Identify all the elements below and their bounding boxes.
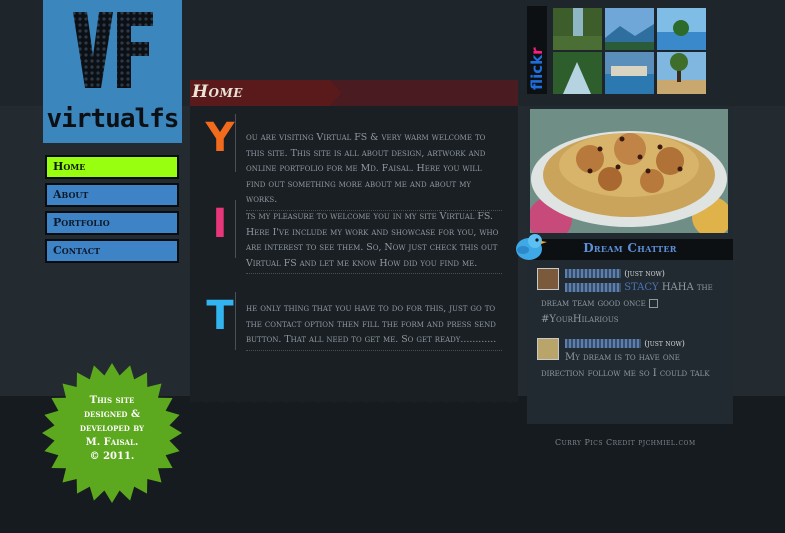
- svg-text:flickr: flickr: [528, 47, 546, 90]
- badge-line: M. Faisal.: [85, 437, 139, 448]
- tweet-line: dream team good once: [541, 296, 658, 312]
- drop-cap-t: T: [206, 293, 234, 339]
- tweet-line: My dream is to have one: [565, 352, 680, 363]
- emoji-box-icon: [648, 299, 658, 308]
- drop-cap-box: T: [205, 292, 236, 350]
- tweet-time: (just now): [624, 269, 665, 278]
- section-text: ts my pleasure to welcome you in my site…: [246, 209, 502, 274]
- tweet-line: direction follow me so I could talk: [541, 366, 710, 382]
- hashtag-link[interactable]: #YourHilarious: [541, 314, 619, 325]
- tweet-text: direction follow me so I could talk: [541, 368, 710, 379]
- flickr-thumb[interactable]: [553, 52, 602, 94]
- badge-line: designed &: [83, 409, 141, 420]
- tweet-line: STACY HAHA the: [565, 282, 713, 293]
- nav-contact[interactable]: Contact: [45, 239, 179, 263]
- badge-line: developed by: [79, 423, 145, 434]
- vf-monogram-icon: [73, 12, 153, 88]
- home-header: Home: [190, 80, 518, 106]
- flickr-thumb[interactable]: [605, 8, 654, 50]
- chatter-header: Dream Chatter: [527, 239, 733, 260]
- nav-home[interactable]: Home: [45, 155, 179, 179]
- tweet-text: My dream is to have one: [565, 352, 680, 363]
- photo-credit: Curry Pics Credit pjchmiel.com: [555, 438, 696, 447]
- tweet-item: (just now) My dream is to have one direc…: [537, 338, 727, 384]
- blurred-username: [565, 269, 621, 278]
- flickr-thumb[interactable]: [657, 52, 706, 94]
- twitter-bird-icon[interactable]: [513, 230, 547, 262]
- designer-badge-text: This site designed & developed by M. Fai…: [41, 394, 183, 464]
- tweet-text: dream team good once: [541, 298, 646, 309]
- avatar[interactable]: [537, 338, 559, 360]
- content-panel: Y ou are visiting Virtual FS & very warm…: [190, 106, 518, 402]
- nav-about[interactable]: About: [45, 183, 179, 207]
- section-text: ou are visiting Virtual FS & very warm w…: [246, 130, 502, 211]
- tweet-item: (just now) STACY HAHA the dream team goo…: [537, 268, 727, 330]
- section-text: he only thing that you have to do for th…: [246, 301, 502, 351]
- mention-link[interactable]: STACY: [624, 282, 658, 293]
- badge-line: © 2011.: [89, 451, 135, 462]
- logo-wordmark: virtualfs: [46, 104, 180, 134]
- avatar[interactable]: [537, 268, 559, 290]
- page-title: Home: [192, 82, 243, 102]
- flickr-widget: flickr: [527, 6, 710, 94]
- site-logo[interactable]: virtualfs: [43, 0, 182, 143]
- blurred-username: [565, 339, 641, 348]
- content-zigzag-edge: [190, 392, 518, 404]
- flickr-thumb[interactable]: [657, 8, 706, 50]
- drop-cap-box: I: [205, 200, 236, 258]
- flickr-thumb[interactable]: [605, 52, 654, 94]
- blurred-mention: [565, 283, 621, 292]
- flickr-thumb[interactable]: [553, 8, 602, 50]
- badge-line: This site: [89, 395, 135, 406]
- drop-cap-box: Y: [205, 114, 236, 172]
- nav-portfolio[interactable]: Portfolio: [45, 211, 179, 235]
- drop-cap-i: I: [212, 201, 228, 247]
- tweet-text: HAHA the: [661, 282, 713, 293]
- tweet-meta: (just now): [565, 268, 665, 279]
- chatter-title: Dream Chatter: [583, 241, 677, 255]
- main-nav: Home About Portfolio Contact: [45, 155, 179, 267]
- tweet-line: #YourHilarious: [541, 312, 619, 328]
- tweet-time: (just now): [644, 339, 685, 348]
- tweet-meta: (just now): [565, 338, 685, 349]
- drop-cap-y: Y: [205, 115, 235, 161]
- flickr-logo-icon[interactable]: flickr: [527, 6, 547, 94]
- food-photo: [530, 109, 728, 233]
